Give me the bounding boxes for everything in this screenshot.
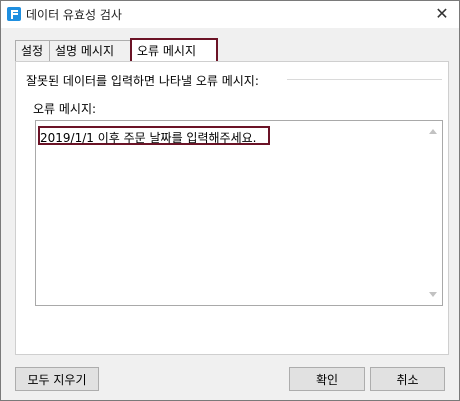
error-message-panel: 잘못된 데이터를 입력하면 나타낼 오류 메시지: 오류 메시지: 2019/1…: [15, 61, 449, 355]
scroll-down-arrow-icon[interactable]: [429, 292, 437, 297]
cancel-button[interactable]: 취소: [370, 367, 445, 391]
tab-error-message[interactable]: 오류 메시지: [130, 38, 218, 63]
tab-settings[interactable]: 설정: [15, 40, 51, 61]
tab-input-message[interactable]: 설명 메시지: [49, 40, 138, 61]
error-message-textarea[interactable]: 2019/1/1 이후 주문 날짜를 입력해주세요.: [35, 120, 443, 306]
group-divider: [287, 79, 442, 80]
error-message-value[interactable]: 2019/1/1 이후 주문 날짜를 입력해주세요.: [40, 129, 257, 146]
close-icon[interactable]: ✕: [433, 5, 451, 23]
clear-all-button[interactable]: 모두 지우기: [15, 367, 99, 391]
window-title: 데이터 유효성 검사: [26, 8, 122, 22]
group-label: 잘못된 데이터를 입력하면 나타낼 오류 메시지:: [26, 74, 259, 88]
scroll-up-arrow-icon[interactable]: [429, 129, 437, 134]
error-message-label: 오류 메시지:: [33, 102, 97, 116]
app-f-icon: [7, 7, 21, 21]
data-validation-dialog: 데이터 유효성 검사 ✕ 설정 설명 메시지 오류 메시지 잘못된 데이터를 입…: [0, 0, 460, 401]
ok-button[interactable]: 확인: [289, 367, 365, 391]
vertical-scrollbar[interactable]: [425, 121, 442, 305]
title-bar: 데이터 유효성 검사 ✕: [1, 1, 459, 28]
